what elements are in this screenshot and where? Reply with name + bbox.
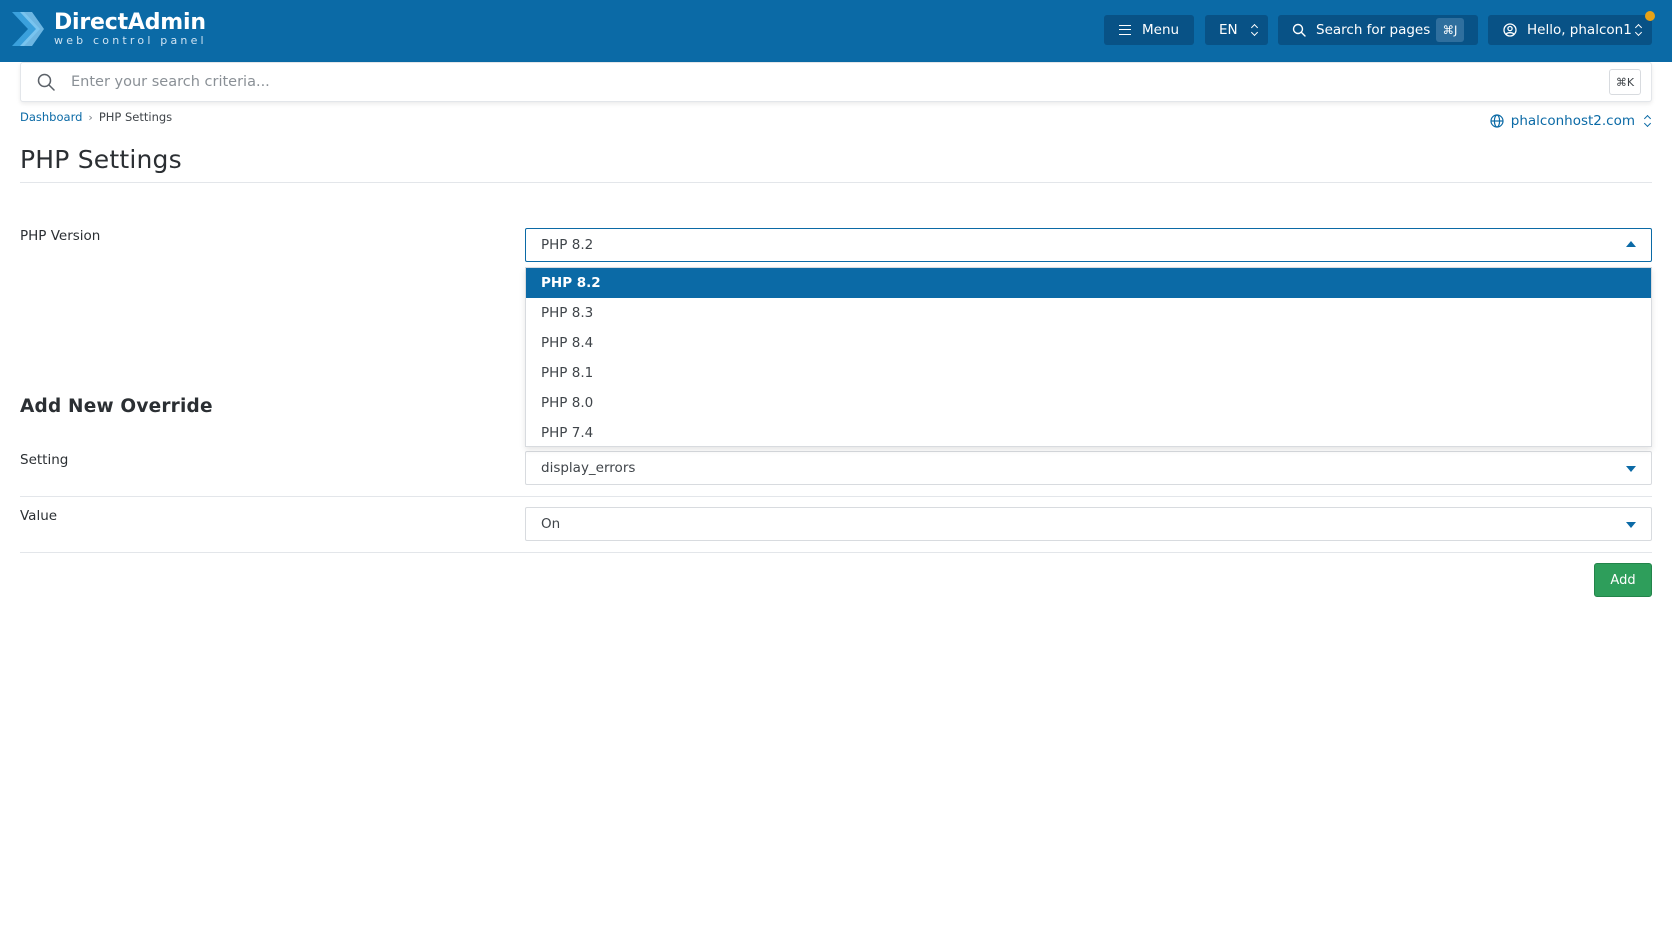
search-icon (37, 73, 55, 91)
page-search-shortcut: ⌘J (1436, 18, 1464, 42)
breadcrumb-current: PHP Settings (98, 110, 173, 124)
php-version-dropdown: PHP 8.2 PHP 8.3 PHP 8.4 PHP 8.1 PHP 8.0 … (525, 267, 1652, 447)
caret-down-icon (1626, 466, 1636, 472)
user-greeting: Hello, phalcon1 (1527, 22, 1632, 38)
page-search-label: Search for pages (1316, 22, 1431, 38)
php-version-option[interactable]: PHP 8.0 (526, 388, 1651, 418)
domain-selector[interactable]: phalconhost2.com (1490, 113, 1652, 129)
php-version-option[interactable]: PHP 8.1 (526, 358, 1651, 388)
php-version-value: PHP 8.2 (541, 237, 594, 253)
add-override-heading: Add New Override (20, 396, 213, 417)
breadcrumb: Dashboard › PHP Settings (20, 110, 172, 124)
value-value: On (541, 516, 561, 532)
add-override-button[interactable]: Add (1594, 563, 1652, 597)
globe-icon (1490, 114, 1504, 128)
menu-button[interactable]: Menu (1104, 15, 1194, 45)
php-version-option[interactable]: PHP 8.2 (526, 268, 1651, 298)
row-divider (20, 552, 1652, 553)
language-selector[interactable]: EN (1205, 15, 1268, 45)
setting-value: display_errors (541, 460, 636, 476)
php-version-select[interactable]: PHP 8.2 (525, 228, 1652, 262)
user-circle-icon (1503, 23, 1517, 37)
value-select[interactable]: On (525, 507, 1652, 541)
php-version-option[interactable]: PHP 7.4 (526, 418, 1651, 448)
setting-label: Setting (20, 452, 69, 468)
global-search-shortcut: ⌘K (1609, 69, 1641, 95)
directadmin-logo-icon (12, 12, 44, 46)
user-menu-button[interactable]: Hello, phalcon1 (1488, 15, 1652, 45)
global-search-bar: ⌘K (20, 62, 1652, 102)
brand-name: DirectAdmin (54, 10, 206, 35)
caret-up-icon (1626, 241, 1636, 247)
page-title: PHP Settings (20, 145, 182, 174)
breadcrumb-separator: › (88, 110, 93, 124)
title-divider (20, 182, 1652, 183)
chevron-updown-icon (1251, 24, 1258, 36)
php-version-label: PHP Version (20, 228, 101, 244)
menu-label: Menu (1142, 22, 1180, 38)
hamburger-icon (1119, 25, 1131, 35)
brand-logo[interactable]: DirectAdmin web control panel (10, 8, 207, 50)
chevron-updown-icon (1644, 115, 1652, 127)
row-divider (20, 496, 1652, 497)
caret-down-icon (1626, 522, 1636, 528)
top-bar: DirectAdmin web control panel Menu EN Se… (0, 0, 1672, 62)
php-version-option[interactable]: PHP 8.3 (526, 298, 1651, 328)
brand-tagline: web control panel (54, 34, 207, 47)
global-search-input[interactable] (71, 69, 1571, 95)
domain-name: phalconhost2.com (1510, 113, 1635, 129)
language-label: EN (1219, 22, 1238, 38)
breadcrumb-dashboard-link[interactable]: Dashboard (20, 110, 82, 124)
chevron-updown-icon (1635, 24, 1642, 36)
value-label: Value (20, 508, 58, 524)
php-version-option[interactable]: PHP 8.4 (526, 328, 1651, 358)
search-icon (1292, 23, 1306, 37)
setting-select[interactable]: display_errors (525, 451, 1652, 485)
notification-dot[interactable] (1645, 11, 1655, 21)
page-search-button[interactable]: Search for pages ⌘J (1278, 15, 1478, 45)
